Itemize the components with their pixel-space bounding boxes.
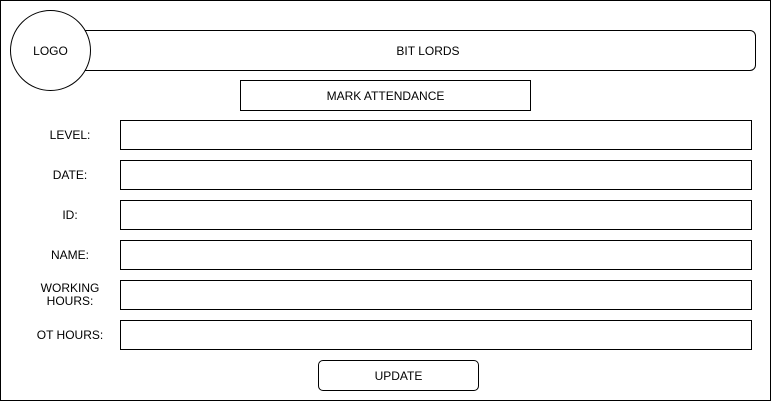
update-button[interactable]: UPDATE — [318, 360, 479, 391]
level-label: LEVEL: — [49, 127, 91, 142]
ot-hours-label: OT HOURS: — [36, 327, 104, 342]
logo-text: LOGO — [33, 43, 68, 58]
name-label: NAME: — [50, 247, 89, 262]
logo: LOGO — [10, 10, 91, 91]
header-bar: BIT LORDS — [50, 30, 756, 71]
id-label: ID: — [62, 207, 78, 222]
date-input[interactable] — [120, 160, 752, 190]
name-input[interactable] — [120, 240, 752, 270]
working-hours-label: WORKING HOURS: — [40, 281, 100, 308]
page-title-text: MARK ATTENDANCE — [326, 88, 445, 103]
brand-title: BIT LORDS — [396, 43, 460, 58]
level-input[interactable] — [120, 120, 752, 150]
ot-hours-input[interactable] — [120, 320, 752, 350]
working-hours-input[interactable] — [120, 280, 752, 310]
page-title: MARK ATTENDANCE — [240, 80, 531, 111]
date-label: DATE: — [52, 167, 88, 182]
id-input[interactable] — [120, 200, 752, 230]
